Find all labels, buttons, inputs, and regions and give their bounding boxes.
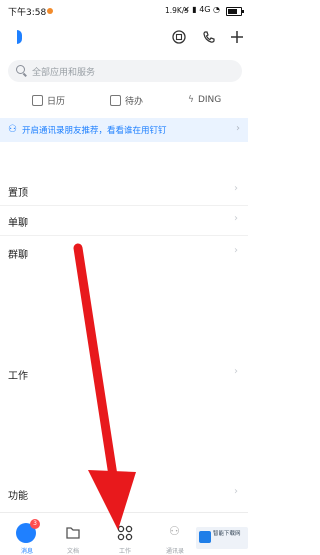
watermark-text: 智能下载网 — [213, 531, 241, 537]
search-icon — [16, 65, 25, 74]
docs-icon — [66, 527, 80, 539]
scan-icon — [172, 30, 186, 44]
section-label: 单聊 — [8, 218, 28, 229]
section-single-chat[interactable]: 单聊 › — [0, 212, 248, 230]
quick-action-label: 日历 — [47, 96, 66, 107]
ding-icon: ϟ — [188, 95, 194, 105]
section-features[interactable]: 功能 › — [0, 485, 248, 503]
status-bar: 下午3:58 1.9K/s ✕ ▮ 4G ◔ — [0, 0, 248, 22]
scan-button[interactable] — [168, 26, 190, 48]
chevron-right-icon: › — [236, 123, 240, 134]
signal-icons: ✕ ▮ 4G ◔ — [183, 5, 221, 14]
banner-text: 开启通讯录朋友推荐，看看谁在用钉钉 — [22, 126, 167, 136]
quick-action-calendar[interactable]: 日历 — [32, 92, 65, 108]
phone-icon — [203, 31, 215, 43]
notification-dot-icon — [47, 8, 53, 14]
search-bar[interactable]: 全部应用和服务 — [8, 60, 242, 82]
search-placeholder: 全部应用和服务 — [32, 68, 96, 78]
nav-contacts[interactable]: ⚇ 通讯录 — [150, 513, 200, 555]
nav-messages[interactable]: 3 消息 — [2, 513, 52, 555]
chevron-right-icon: › — [234, 213, 238, 224]
chevron-right-icon: › — [234, 366, 238, 377]
add-button[interactable] — [226, 26, 248, 48]
quick-action-todo[interactable]: 待办 — [110, 92, 143, 108]
section-label: 群聊 — [8, 250, 28, 261]
divider — [0, 205, 248, 206]
quick-action-label: DING — [197, 95, 222, 105]
brand-logo-icon — [17, 30, 22, 44]
chevron-right-icon: › — [234, 245, 238, 256]
section-label: 功能 — [8, 491, 28, 502]
section-group-chat[interactable]: 群聊 › — [0, 244, 248, 262]
divider — [0, 235, 248, 236]
section-pinned[interactable]: 置顶 › — [0, 182, 248, 200]
chevron-right-icon: › — [234, 183, 238, 194]
grid-icon — [117, 525, 133, 541]
section-label: 工作 — [8, 371, 28, 382]
calendar-icon — [32, 94, 43, 106]
network-type: 4G — [199, 5, 211, 14]
battery-icon — [226, 7, 244, 16]
watermark-logo-icon — [199, 531, 211, 543]
chevron-right-icon: › — [234, 486, 238, 497]
plus-icon — [231, 31, 243, 43]
call-button[interactable] — [198, 26, 220, 48]
unread-badge: 3 — [30, 519, 40, 529]
section-label: 置顶 — [8, 188, 28, 199]
section-work[interactable]: 工作 › — [0, 365, 248, 383]
todo-icon — [110, 94, 121, 106]
nav-work[interactable]: 工作 — [100, 513, 150, 555]
contacts-icon: ⚇ — [169, 524, 180, 538]
red-arrow-icon — [73, 243, 136, 530]
status-time: 下午3:58 — [8, 8, 47, 18]
contacts-recommend-banner[interactable]: ⚇ 开启通讯录朋友推荐，看看谁在用钉钉 › — [0, 118, 248, 142]
user-plus-icon: ⚇ — [8, 124, 17, 135]
watermark-badge: 智能下载网 — [196, 527, 248, 549]
quick-action-ding[interactable]: ϟ DING — [188, 92, 221, 108]
quick-action-label: 待办 — [125, 96, 144, 107]
nav-docs[interactable]: 文档 — [48, 513, 98, 555]
